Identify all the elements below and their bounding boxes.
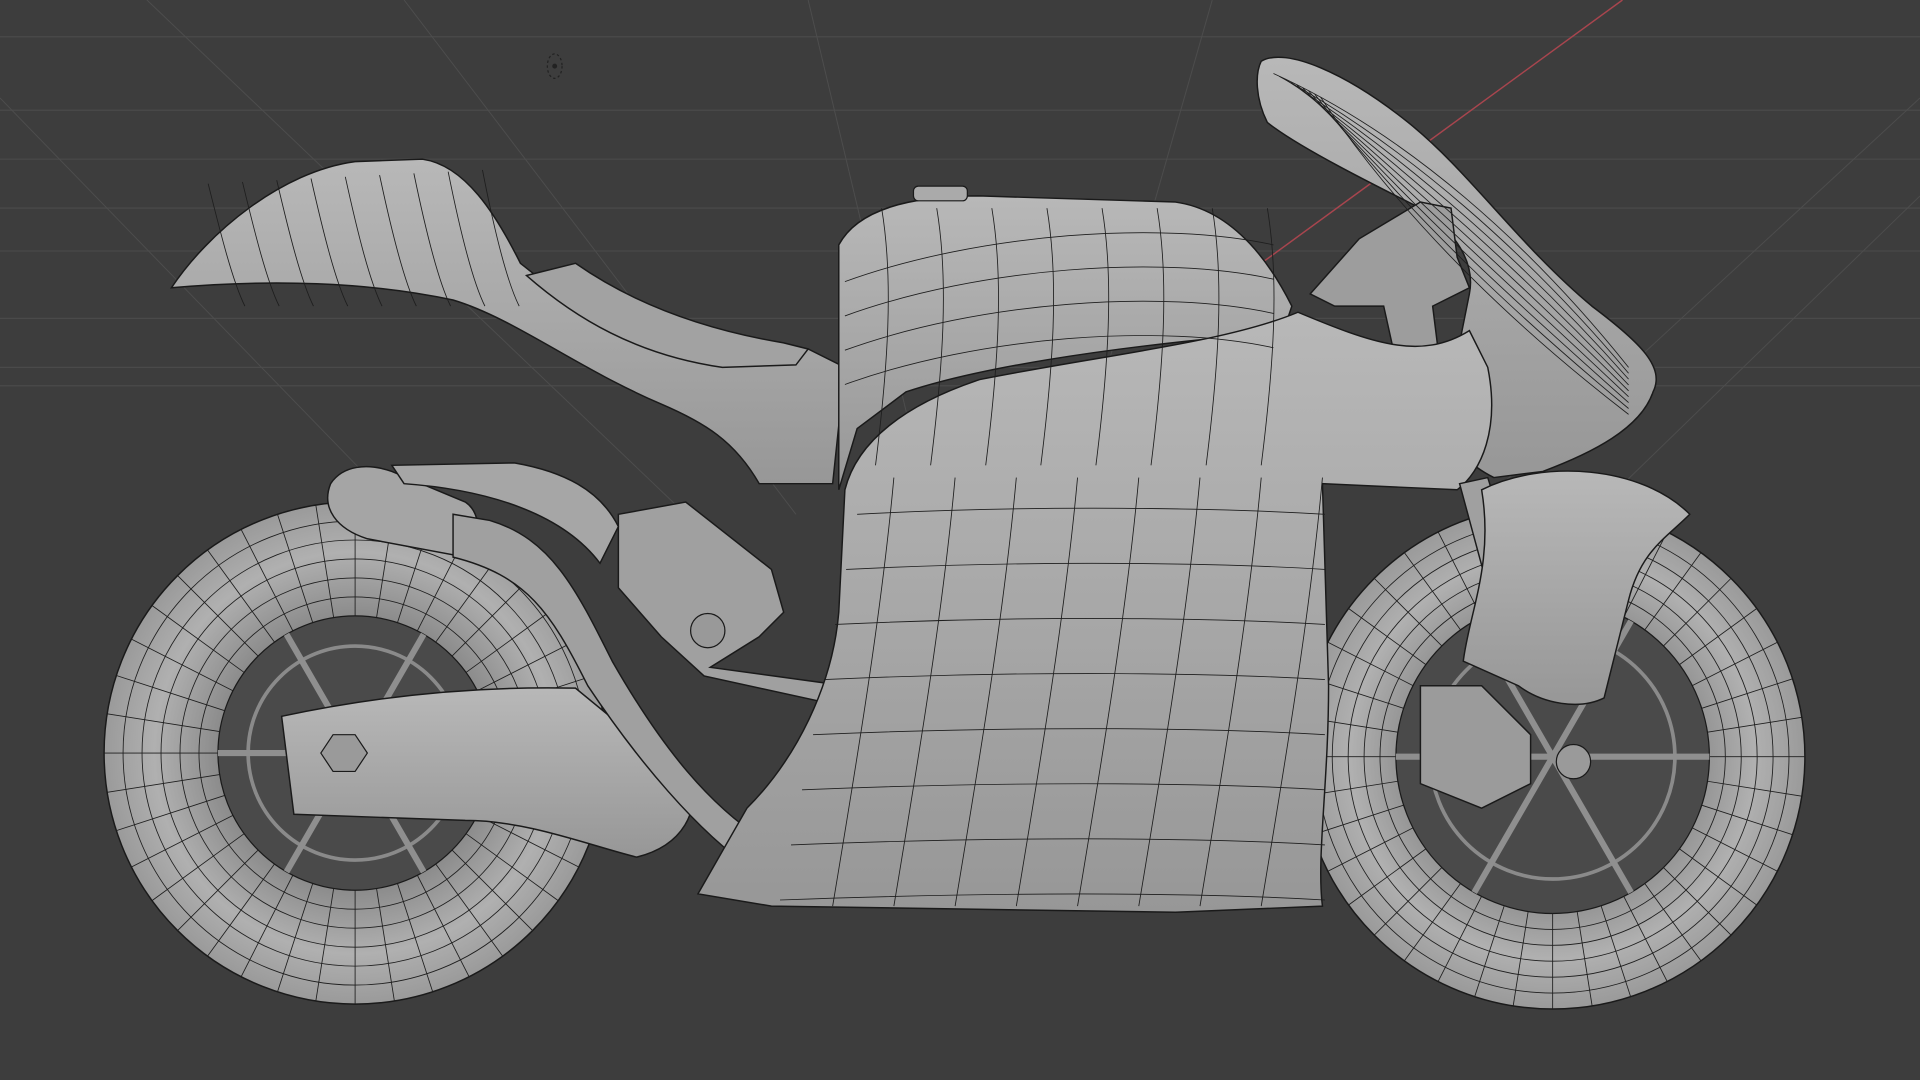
front-hub [1555,743,1592,780]
fuel-cap[interactable] [912,185,968,202]
viewport-canvas[interactable] [0,0,1920,1080]
grid-line [0,97,405,515]
3d-viewport[interactable] [0,0,1920,1080]
camera-origin-icon [546,53,563,79]
suspension-linkage[interactable] [617,501,847,705]
pivot-bolt [690,612,726,649]
